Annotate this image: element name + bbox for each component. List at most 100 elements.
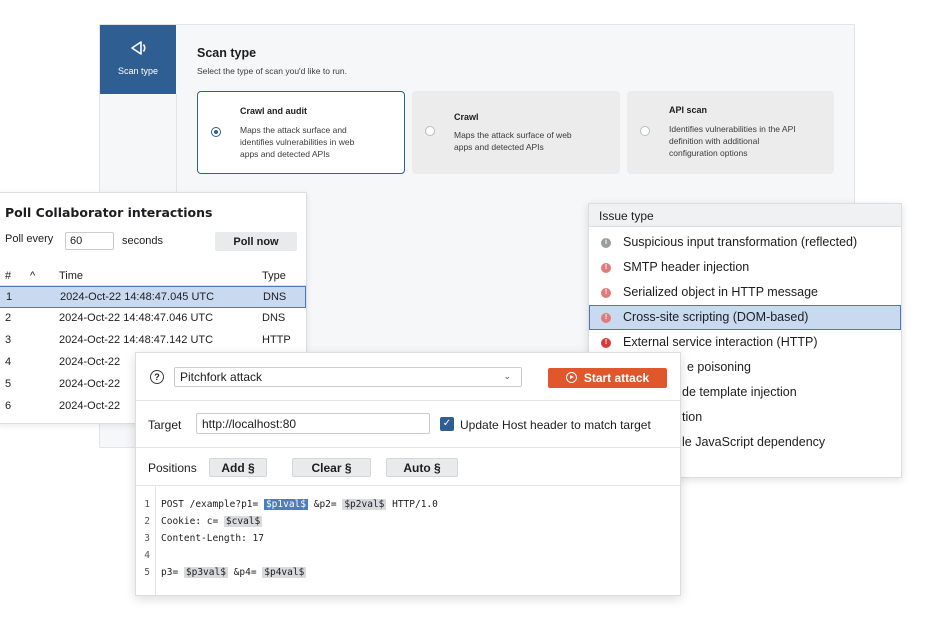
payload-marker[interactable]: $p4val$	[262, 567, 307, 578]
payload-marker[interactable]: $p2val$	[342, 499, 387, 510]
radio-crawl[interactable]	[425, 126, 435, 136]
radar-icon	[131, 41, 146, 55]
issue-item[interactable]: ! SMTP header injection	[589, 255, 901, 280]
issue-item-selected[interactable]: ! Cross-site scripting (DOM-based)	[589, 305, 901, 330]
cell-time: 2024-Oct-22 14:48:47.142 UTC	[59, 334, 214, 346]
cell-time: 2024-Oct-22 14:48:47.045 UTC	[60, 291, 215, 303]
radio-crawl-and-audit[interactable]	[211, 127, 221, 137]
divider	[136, 400, 680, 401]
code-text: p3=	[161, 567, 184, 578]
issue-label: e poisoning	[687, 360, 751, 374]
target-label: Target	[148, 418, 182, 432]
cell-num: 5	[5, 378, 12, 390]
request-code[interactable]: POST /example?p1= $p1val$ &p2= $p2val$ H…	[161, 486, 438, 581]
request-editor[interactable]: 1 2 3 4 5 POST /example?p1= $p1val$ &p2=…	[136, 486, 680, 595]
issue-label: External service interaction (HTTP)	[623, 335, 818, 349]
positions-label: Positions	[148, 461, 197, 475]
issue-label: Suspicious input transformation (reflect…	[623, 235, 858, 249]
nav-scan-type-label: Scan type	[117, 66, 159, 76]
code-line: p3= $p3val$ &p4= $p4val$	[161, 564, 438, 581]
poll-every-label: Poll every	[5, 233, 54, 245]
option-desc-line: configuration options	[669, 148, 748, 158]
add-marker-button[interactable]: Add §	[209, 458, 267, 477]
cell-type: HTTP	[262, 334, 291, 346]
option-api-scan[interactable]: API scan Identifies vulnerabilities in t…	[627, 91, 834, 174]
col-header-type[interactable]: Type	[262, 270, 286, 282]
divider	[136, 447, 680, 448]
line-number: 2	[144, 516, 150, 527]
poll-interval-input[interactable]	[65, 232, 114, 250]
attack-type-select[interactable]: Pitchfork attack ⌄	[174, 367, 522, 387]
issue-item[interactable]: i Suspicious input transformation (refle…	[589, 230, 901, 255]
option-title: Crawl and audit	[240, 106, 308, 116]
severity-high-icon: !	[601, 313, 611, 323]
cell-time: 2024-Oct-22 14:48:47.046 UTC	[59, 312, 214, 324]
payload-marker[interactable]: $cval$	[223, 516, 263, 527]
auto-marker-button[interactable]: Auto §	[386, 458, 458, 477]
target-input[interactable]	[196, 413, 430, 434]
table-row[interactable]: 3 2024-Oct-22 14:48:47.142 UTC HTTP	[0, 330, 306, 352]
table-row[interactable]: 2 2024-Oct-22 14:48:47.046 UTC DNS	[0, 308, 306, 330]
code-text: Cookie: c=	[161, 516, 224, 527]
cell-type: DNS	[263, 291, 287, 303]
cell-num: 1	[6, 291, 13, 303]
clear-marker-button[interactable]: Clear §	[292, 458, 371, 477]
update-host-checkbox[interactable]: ✓	[440, 417, 454, 431]
cell-type: DNS	[262, 312, 286, 324]
cell-num: 6	[5, 400, 12, 412]
help-icon[interactable]: ?	[150, 370, 164, 384]
table-row[interactable]: 1 2024-Oct-22 14:48:47.045 UTC DNS	[0, 286, 306, 308]
severity-high-icon: !	[601, 338, 611, 348]
line-number: 1	[144, 499, 150, 510]
col-header-time[interactable]: Time	[59, 270, 83, 282]
code-text: POST /example?p1=	[161, 499, 264, 510]
code-line: Cookie: c= $cval$	[161, 513, 438, 530]
option-desc-line: Identifies vulnerabilities in the API	[669, 124, 796, 134]
issue-item[interactable]: ! Serialized object in HTTP message	[589, 280, 901, 305]
cell-time: 2024-Oct-22	[59, 356, 121, 368]
intruder-panel: ? Pitchfork attack ⌄ Start attack Target…	[135, 352, 681, 596]
issue-label: Serialized object in HTTP message	[623, 285, 818, 299]
option-title: API scan	[669, 105, 708, 115]
poll-seconds-label: seconds	[122, 235, 163, 247]
line-number: 4	[144, 550, 150, 561]
start-attack-button[interactable]: Start attack	[548, 368, 667, 388]
code-text: HTTP/1.0	[386, 499, 438, 510]
chevron-down-icon: ⌄	[503, 371, 511, 381]
option-desc-line: Maps the attack surface of web	[454, 130, 572, 140]
option-desc-line: identifies vulnerabilities in web	[240, 137, 355, 147]
option-desc-line: Maps the attack surface and	[240, 125, 347, 135]
option-crawl[interactable]: Crawl Maps the attack surface of web app…	[412, 91, 620, 174]
cell-time: 2024-Oct-22	[59, 400, 121, 412]
option-title: Crawl	[454, 112, 479, 122]
issue-label: Cross-site scripting (DOM-based)	[623, 310, 809, 324]
nav-scan-type[interactable]: Scan type	[100, 25, 176, 94]
update-host-label: Update Host header to match target	[460, 418, 651, 432]
radio-api-scan[interactable]	[640, 126, 650, 136]
issue-label: tion	[682, 410, 703, 424]
option-desc-line: definition with additional	[669, 136, 760, 146]
line-number: 3	[144, 533, 150, 544]
poll-title: Poll Collaborator interactions	[5, 205, 213, 220]
line-number: 5	[144, 567, 150, 578]
issue-label: SMTP header injection	[623, 260, 750, 274]
line-number-gutter: 1 2 3 4 5	[136, 486, 156, 595]
sort-ascending-icon[interactable]: ^	[30, 270, 35, 282]
payload-marker[interactable]: $p3val$	[183, 567, 228, 578]
cell-num: 2	[5, 312, 12, 324]
start-attack-label: Start attack	[583, 371, 650, 385]
option-desc-line: apps and detected APIs	[240, 149, 330, 159]
cell-num: 4	[5, 356, 12, 368]
cell-num: 3	[5, 334, 12, 346]
issue-label: le JavaScript dependency	[682, 435, 826, 449]
poll-now-button[interactable]: Poll now	[215, 232, 297, 251]
option-crawl-and-audit[interactable]: Crawl and audit Maps the attack surface …	[197, 91, 405, 174]
scan-type-title: Scan type	[197, 46, 257, 60]
info-icon: i	[601, 238, 611, 248]
play-icon	[565, 372, 577, 383]
table-header: # ^ Time Type	[0, 266, 306, 286]
col-header-num[interactable]: #	[5, 270, 11, 282]
code-line: Content-Length: 17	[161, 530, 438, 547]
payload-marker[interactable]: $p1val$	[263, 499, 308, 510]
